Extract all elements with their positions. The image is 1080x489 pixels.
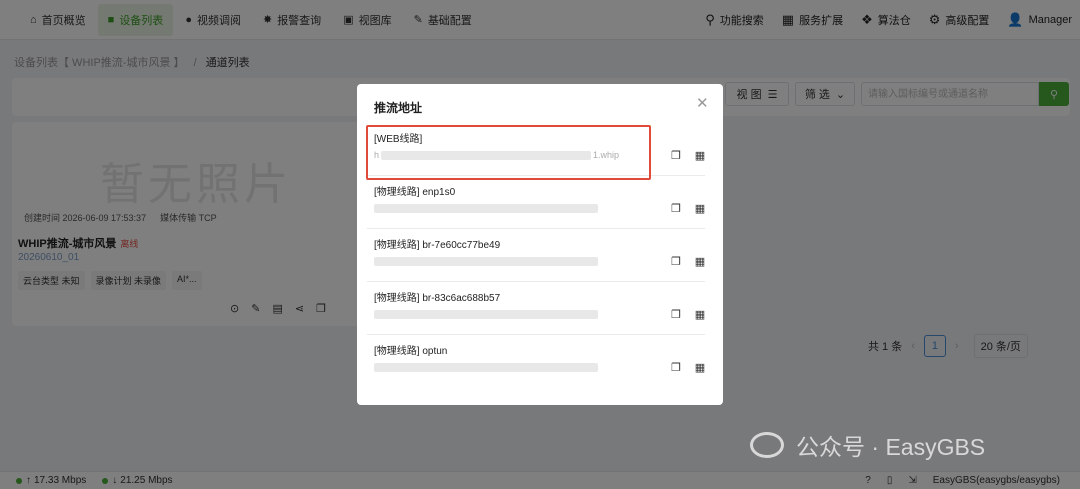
copy-icon[interactable]: ❐ — [669, 361, 683, 375]
route-label: [WEB线路] — [374, 134, 423, 145]
route-label: [物理线路] optun — [374, 346, 448, 357]
route-label: [物理线路] enp1s0 — [374, 187, 456, 198]
copy-icon[interactable]: ❐ — [669, 149, 683, 163]
route-item: [WEB线路] h 1.whip ❐ ▦ — [367, 124, 705, 176]
route-item: [物理线路] br-7e60cc77be49 ❐ ▦ — [367, 230, 705, 282]
redacted-url — [374, 204, 598, 214]
url-suffix: 1.whip — [593, 150, 620, 160]
route-item: [物理线路] optun ❐ ▦ — [367, 336, 705, 388]
redacted-url — [374, 310, 598, 320]
qrcode-icon[interactable]: ▦ — [693, 361, 707, 375]
wechat-icon — [750, 432, 784, 458]
redacted-url — [381, 151, 592, 161]
route-label: [物理线路] br-7e60cc77be49 — [374, 240, 501, 251]
route-label: [物理线路] br-83c6ac688b57 — [374, 293, 501, 304]
route-item: [物理线路] enp1s0 ❐ ▦ — [367, 177, 705, 229]
qrcode-icon[interactable]: ▦ — [693, 308, 707, 322]
route-item: [物理线路] br-83c6ac688b57 ❐ ▦ — [367, 283, 705, 335]
route-url[interactable] — [374, 203, 600, 214]
qrcode-icon[interactable]: ▦ — [693, 149, 707, 163]
qrcode-icon[interactable]: ▦ — [693, 255, 707, 269]
route-url[interactable] — [374, 309, 600, 320]
push-url-dialog: 推流地址 ✕ [WEB线路] h 1.whip ❐ ▦ [物理线路] enp1s0 ❐ ▦ [物… — [357, 84, 723, 405]
copy-icon[interactable]: ❐ — [669, 308, 683, 322]
redacted-url — [374, 363, 598, 373]
copy-icon[interactable]: ❐ — [669, 202, 683, 216]
url-prefix: h — [374, 150, 380, 160]
dialog-title: 推流地址 — [374, 101, 423, 115]
route-url[interactable]: h 1.whip — [374, 150, 620, 161]
copy-icon[interactable]: ❐ — [669, 255, 683, 269]
qrcode-icon[interactable]: ▦ — [693, 202, 707, 216]
watermark-text: 公众号 · EasyGBS — [796, 434, 986, 460]
close-icon[interactable]: ✕ — [696, 94, 709, 112]
watermark: 公众号 · EasyGBS — [750, 428, 985, 462]
redacted-url — [374, 257, 598, 267]
route-url[interactable] — [374, 256, 600, 267]
route-url[interactable] — [374, 362, 600, 373]
